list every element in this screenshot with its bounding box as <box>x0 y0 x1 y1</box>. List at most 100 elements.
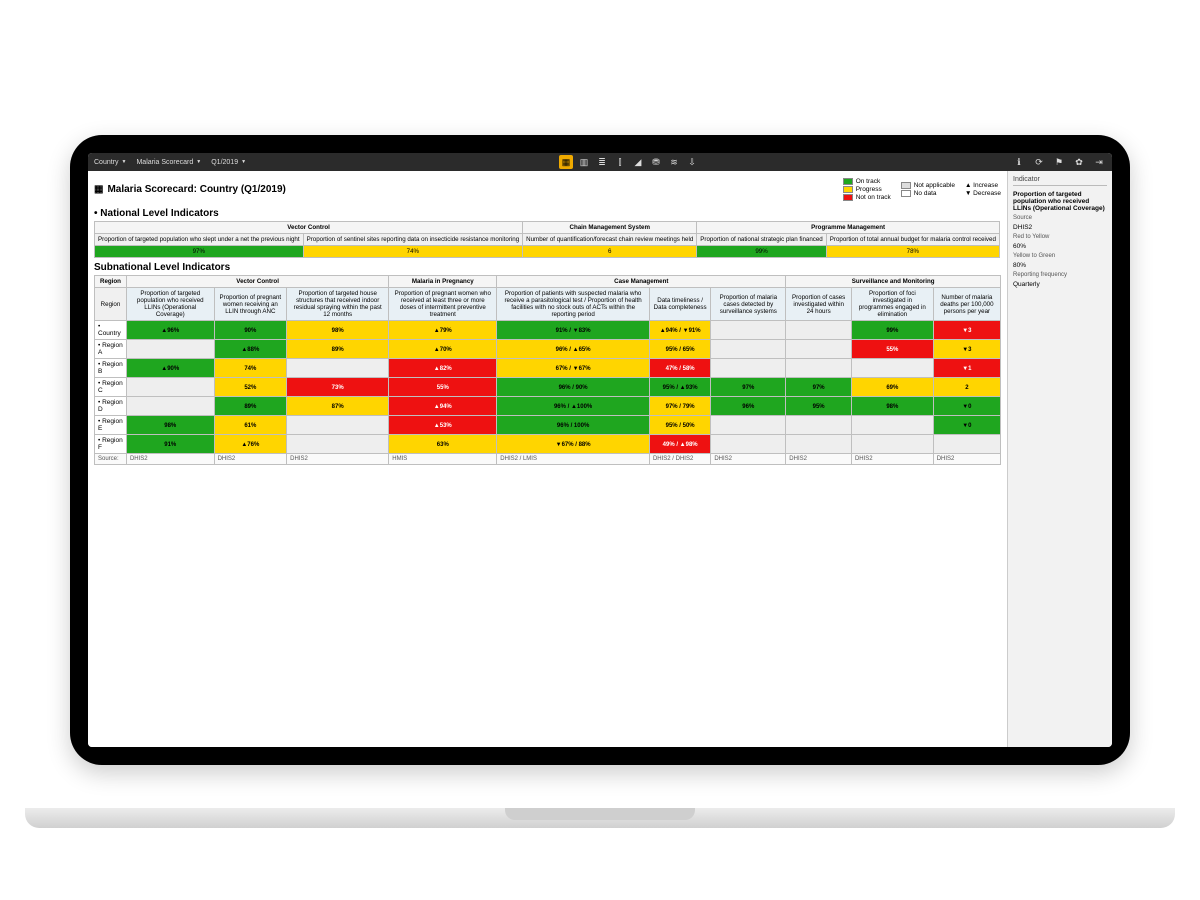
national-value-cell[interactable]: 6 <box>523 246 697 258</box>
region-row-label[interactable]: • Region D <box>95 397 127 416</box>
scorecard-cell[interactable]: ▲94% <box>389 397 497 416</box>
toolbar-icon[interactable]: ⫿ <box>613 155 627 169</box>
scorecard-cell[interactable]: 89% <box>214 397 287 416</box>
national-value-cell[interactable]: 74% <box>303 246 523 258</box>
scorecard-cell[interactable]: ▲82% <box>389 359 497 378</box>
scorecard-cell[interactable]: ▼67% / 88% <box>497 435 650 454</box>
scorecard-cell[interactable]: 97% / 79% <box>649 397 710 416</box>
toolbar-icon[interactable]: ▥ <box>577 155 591 169</box>
scorecard-cell[interactable]: 95% / 65% <box>649 340 710 359</box>
national-value-cell[interactable]: 97% <box>95 246 304 258</box>
scorecard-cell[interactable]: 96% / ▲100% <box>497 397 650 416</box>
scorecard-cell[interactable]: ▲53% <box>389 416 497 435</box>
scorecard-cell[interactable]: ▼0 <box>933 416 1000 435</box>
toolbar-icon[interactable]: ◢ <box>631 155 645 169</box>
scorecard-cell[interactable] <box>786 359 852 378</box>
scorecard-cell[interactable] <box>711 416 786 435</box>
scorecard-cell[interactable]: 97% <box>786 378 852 397</box>
region-row-label[interactable]: • Country <box>95 321 127 340</box>
toolbar-icon[interactable]: ⚑ <box>1052 155 1066 169</box>
scorecard-cell[interactable] <box>786 435 852 454</box>
toolbar-icon[interactable]: ≋ <box>667 155 681 169</box>
topbar-menu-item[interactable]: Country ▼ <box>94 159 126 166</box>
national-value-cell[interactable]: 78% <box>826 246 999 258</box>
scorecard-cell[interactable]: ▲76% <box>214 435 287 454</box>
scorecard-cell[interactable] <box>851 416 933 435</box>
scorecard-cell[interactable]: ▲94% / ▼91% <box>649 321 710 340</box>
scorecard-cell[interactable]: 2 <box>933 378 1000 397</box>
scorecard-cell[interactable]: 99% <box>851 321 933 340</box>
scorecard-cell[interactable]: 97% <box>711 378 786 397</box>
scorecard-cell[interactable] <box>711 435 786 454</box>
scorecard-cell[interactable]: ▼3 <box>933 321 1000 340</box>
scorecard-cell[interactable]: 52% <box>214 378 287 397</box>
scorecard-cell[interactable]: 98% <box>126 416 214 435</box>
scorecard-cell[interactable] <box>126 340 214 359</box>
toolbar-icon[interactable]: ≣ <box>595 155 609 169</box>
scorecard-cell[interactable]: 96% <box>711 397 786 416</box>
scorecard-cell[interactable]: ▲79% <box>389 321 497 340</box>
toolbar-icon[interactable]: ⛃ <box>649 155 663 169</box>
scorecard-cell[interactable] <box>287 416 389 435</box>
toolbar-icon[interactable]: ✿ <box>1072 155 1086 169</box>
scorecard-cell[interactable]: 73% <box>287 378 389 397</box>
topbar-menu-item[interactable]: Q1/2019 ▼ <box>211 159 246 166</box>
scorecard-cell[interactable] <box>126 378 214 397</box>
scorecard-cell[interactable] <box>711 321 786 340</box>
toolbar-icon[interactable]: ⟳ <box>1032 155 1046 169</box>
scorecard-cell[interactable] <box>711 340 786 359</box>
sub-group-header: Case Management <box>497 276 786 288</box>
scorecard-cell[interactable]: ▼1 <box>933 359 1000 378</box>
region-row-label[interactable]: • Region B <box>95 359 127 378</box>
scorecard-cell[interactable]: 91% / ▼83% <box>497 321 650 340</box>
scorecard-cell[interactable]: ▲70% <box>389 340 497 359</box>
scorecard-cell[interactable] <box>851 435 933 454</box>
region-row-label[interactable]: • Region E <box>95 416 127 435</box>
scorecard-cell[interactable]: ▲96% <box>126 321 214 340</box>
scorecard-cell[interactable] <box>851 359 933 378</box>
scorecard-cell[interactable]: ▼0 <box>933 397 1000 416</box>
scorecard-cell[interactable]: 95% <box>786 397 852 416</box>
scorecard-cell[interactable]: 49% / ▲98% <box>649 435 710 454</box>
scorecard-cell[interactable]: 96% / ▲65% <box>497 340 650 359</box>
scorecard-cell[interactable]: 90% <box>214 321 287 340</box>
scorecard-cell[interactable]: 74% <box>214 359 287 378</box>
region-row-label[interactable]: • Region A <box>95 340 127 359</box>
national-value-cell[interactable]: 99% <box>697 246 826 258</box>
scorecard-cell[interactable]: 96% / 90% <box>497 378 650 397</box>
toolbar-icon[interactable]: ⇥ <box>1092 155 1106 169</box>
scorecard-cell[interactable] <box>711 359 786 378</box>
scorecard-cell[interactable]: 87% <box>287 397 389 416</box>
scorecard-cell[interactable]: 91% <box>126 435 214 454</box>
scorecard-cell[interactable]: 98% <box>287 321 389 340</box>
scorecard-cell[interactable]: 67% / ▼67% <box>497 359 650 378</box>
toolbar-icon[interactable]: ⇩ <box>685 155 699 169</box>
scorecard-cell[interactable] <box>786 416 852 435</box>
toolbar-icon[interactable]: ▦ <box>559 155 573 169</box>
scorecard-cell[interactable]: 55% <box>851 340 933 359</box>
scorecard-cell[interactable]: 55% <box>389 378 497 397</box>
region-row-label[interactable]: • Region C <box>95 378 127 397</box>
scorecard-cell[interactable]: 98% <box>851 397 933 416</box>
scorecard-cell[interactable] <box>126 397 214 416</box>
scorecard-cell[interactable]: ▼3 <box>933 340 1000 359</box>
scorecard-cell[interactable] <box>786 321 852 340</box>
scorecard-cell[interactable]: 95% / 50% <box>649 416 710 435</box>
scorecard-cell[interactable] <box>287 359 389 378</box>
scorecard-cell[interactable]: 69% <box>851 378 933 397</box>
legend: On trackProgressNot on trackNot applicab… <box>843 178 1001 201</box>
scorecard-cell[interactable]: 96% / 100% <box>497 416 650 435</box>
scorecard-cell[interactable]: 89% <box>287 340 389 359</box>
scorecard-cell[interactable]: ▲88% <box>214 340 287 359</box>
toolbar-icon[interactable]: ℹ <box>1012 155 1026 169</box>
scorecard-cell[interactable]: ▲90% <box>126 359 214 378</box>
scorecard-cell[interactable]: 63% <box>389 435 497 454</box>
scorecard-cell[interactable]: 95% / ▲93% <box>649 378 710 397</box>
scorecard-cell[interactable] <box>287 435 389 454</box>
region-row-label[interactable]: • Region F <box>95 435 127 454</box>
topbar-menu-item[interactable]: Malaria Scorecard ▼ <box>136 159 201 166</box>
scorecard-cell[interactable]: 61% <box>214 416 287 435</box>
scorecard-cell[interactable] <box>786 340 852 359</box>
scorecard-cell[interactable] <box>933 435 1000 454</box>
scorecard-cell[interactable]: 47% / 58% <box>649 359 710 378</box>
